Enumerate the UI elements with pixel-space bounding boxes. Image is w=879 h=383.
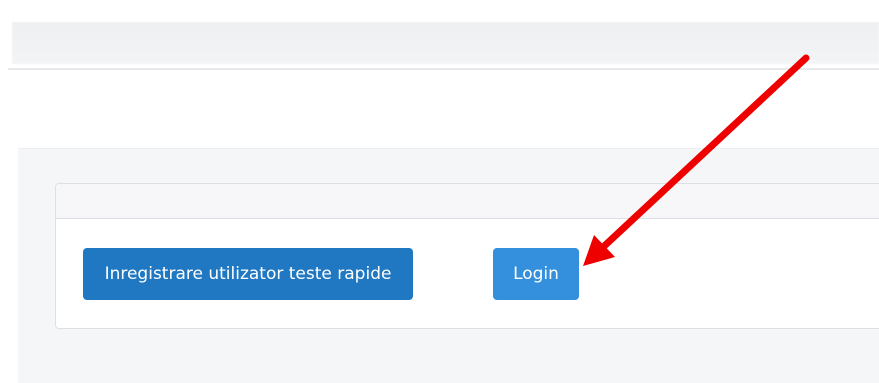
register-quick-test-user-button[interactable]: Inregistrare utilizator teste rapide [83, 248, 413, 300]
header-divider [8, 68, 879, 70]
action-card: Inregistrare utilizator teste rapide Log… [55, 183, 879, 329]
screenshot-stage: Inregistrare utilizator teste rapide Log… [0, 0, 879, 383]
top-navbar [12, 22, 879, 64]
card-header [56, 184, 879, 219]
login-button[interactable]: Login [493, 248, 579, 300]
